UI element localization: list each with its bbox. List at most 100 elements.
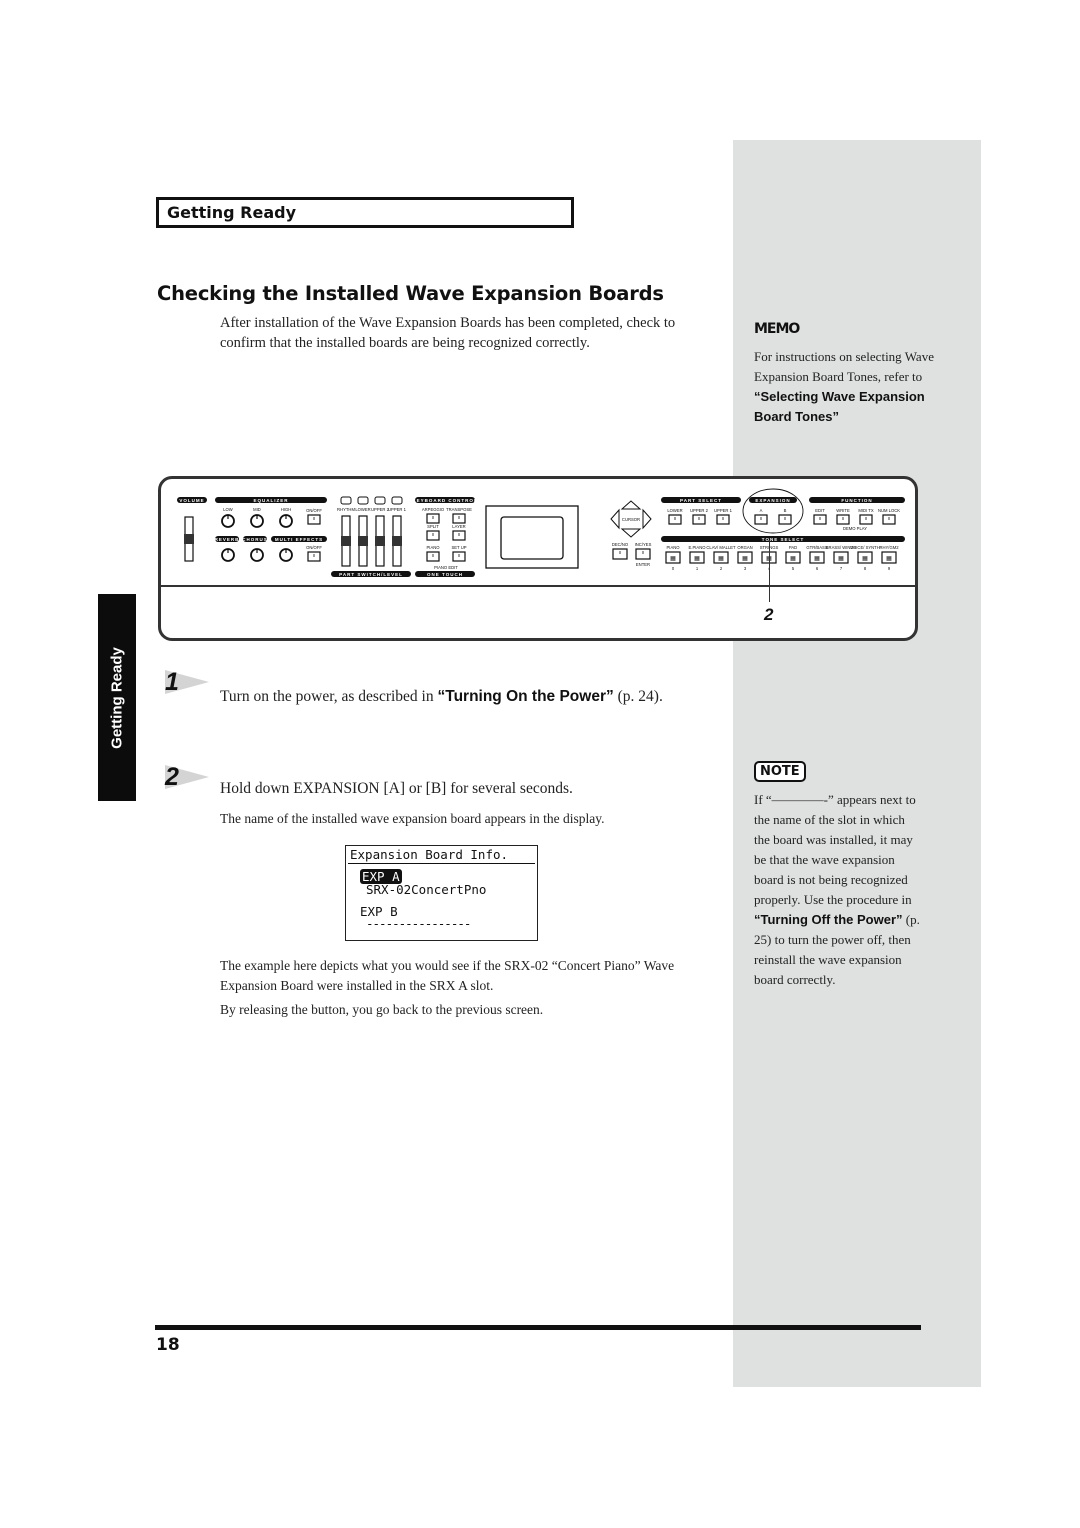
tone-grid-icon-9: ▦ [886, 556, 892, 562]
step-1-text: Turn on the power, as described in “Turn… [220, 685, 710, 709]
part-label-2: UPPER 2 [371, 507, 390, 512]
tone-grid-icon-2: ▦ [718, 556, 724, 562]
step-marker-1: 1 [157, 668, 209, 698]
panel-controls: VOLUME EQUALIZER LOW MID HIGH ON/OFF REVERB CHO… [177, 488, 905, 577]
part-indicator-3 [391, 496, 403, 505]
piano-edit-label: PIANO EDIT [434, 565, 458, 570]
part-label-1: LOWER [355, 507, 370, 512]
lcd-rule [348, 863, 535, 864]
part-indicator-1 [357, 496, 369, 505]
eq-onoff-label: ON/OFF [306, 508, 322, 513]
cursor-up-icon [620, 500, 642, 510]
tone-label-5: PAD [789, 545, 797, 550]
step-1-link[interactable]: “Turning On the Power” [438, 688, 614, 705]
enter-label: ENTER [636, 562, 650, 567]
tone-grid-icon-7: ▦ [838, 556, 844, 562]
memo-link[interactable]: “Selecting Wave Expansion Board Tones” [754, 389, 925, 424]
part-slider-0-handle [341, 536, 351, 546]
kc-label-4: PIANO [426, 545, 440, 550]
intro-paragraph: After installation of the Wave Expansion… [220, 315, 676, 351]
function-label-0: EDIT [815, 508, 825, 513]
tone-label-2: CLAV/ MALLET [706, 545, 736, 550]
footer-rule [155, 1325, 921, 1330]
memo-body: For instructions on selecting Wave Expan… [754, 349, 934, 384]
tone-label-8: VOICE/ SYNTH [850, 545, 880, 550]
effects-onoff-label: ON/OFF [306, 545, 322, 550]
tone-grid-icon-3: ▦ [742, 556, 748, 562]
page-title: Checking the Installed Wave Expansion Bo… [157, 282, 664, 305]
tone-grid-icon-6: ▦ [814, 556, 820, 562]
tone-number-6: 6 [816, 566, 819, 571]
memo-text: For instructions on selecting Wave Expan… [754, 347, 944, 427]
tone-number-3: 3 [744, 566, 747, 571]
expansion-label-0: A [760, 508, 763, 513]
tone-number-0: 0 [672, 566, 675, 571]
tone-label-3: ORGAN [737, 545, 752, 550]
note-link[interactable]: “Turning Off the Power” [754, 912, 903, 927]
step-marker-2: 2 [157, 763, 209, 793]
part-indicator-2 [374, 496, 386, 505]
tone-number-8: 8 [864, 566, 867, 571]
tone-grid-icon-1: ▦ [694, 556, 700, 562]
step-2-subtext: The name of the installed wave expansion… [220, 811, 605, 826]
part-indicator-0 [340, 496, 352, 505]
part-switch-label: PART SWITCH/LEVEL [339, 572, 403, 577]
dec-no-label: DEC/NO [612, 542, 629, 547]
tone-label-6: GTR/BASS [806, 545, 827, 550]
tone-grid-icon-8: ▦ [862, 556, 868, 562]
cursor-left-icon [610, 508, 620, 530]
tone-number-7: 7 [840, 566, 843, 571]
expansion-label-1: B [784, 508, 787, 513]
reverb-label: REVERB [215, 537, 240, 542]
note-icon: NOTE [754, 761, 806, 782]
function-label: FUNCTION [841, 498, 872, 503]
step-number: 2 [165, 763, 179, 791]
part-label-0: RHYTHM [337, 507, 355, 512]
kc-label-3: LAYER [452, 524, 465, 529]
page-number: 18 [156, 1335, 180, 1355]
cursor-label: CURSOR [622, 517, 640, 522]
keyboard-control-label: KEYBOARD CONTROL [412, 498, 477, 503]
part-slider-1-handle [358, 536, 368, 546]
part-label-3: UPPER 1 [388, 507, 407, 512]
release-paragraph: By releasing the button, you go back to … [220, 1002, 544, 1017]
tone-number-9: 9 [888, 566, 891, 571]
note-body: If “————-” appears next to the name of t… [754, 792, 916, 907]
part-slider-2-handle [375, 536, 385, 546]
lcd-title: Expansion Board Info. [350, 847, 509, 862]
kc-label-0: ARPEGGIO [422, 507, 445, 512]
volume-label: VOLUME [179, 498, 204, 503]
equalizer-label: EQUALIZER [253, 498, 288, 503]
tone-grid-icon-0: ▦ [670, 556, 676, 562]
section-header-label: Getting Ready [167, 203, 297, 222]
tone-label-0: PIANO [666, 545, 680, 550]
eq-mid-label: MID [253, 507, 261, 512]
eq-high-label: HIGH [281, 507, 291, 512]
callout-number: 2 [764, 605, 774, 624]
lcd-slot-a-value: SRX-02ConcertPno [366, 882, 487, 897]
panel-display-screen [500, 516, 564, 560]
example-paragraph: The example here depicts what you would … [220, 958, 675, 993]
tone-number-5: 5 [792, 566, 795, 571]
tone-number-1: 1 [696, 566, 699, 571]
expansion-label: EXPANSION [755, 498, 790, 503]
part-select-label: PART SELECT [680, 498, 722, 503]
volume-slider-handle [184, 534, 194, 544]
side-tab-label: Getting Ready [108, 646, 126, 749]
part-slider-3-handle [392, 536, 402, 546]
front-panel-illustration: VOLUME EQUALIZER LOW MID HIGH ON/OFF REVERB CHO… [158, 476, 918, 641]
kc-label-1: TRANSPOSE [446, 507, 472, 512]
tone-number-2: 2 [720, 566, 723, 571]
inc-yes-label: INC/YES [635, 542, 652, 547]
side-tab: Getting Ready [98, 594, 136, 801]
lcd-display: Expansion Board Info. EXP A SRX-02Concer… [345, 845, 538, 941]
kc-label-2: SPLIT [427, 524, 439, 529]
cursor-down-icon [620, 528, 642, 538]
callout-line [769, 540, 770, 602]
function-label-3: NUM LOCK [878, 508, 900, 513]
note-text: If “————-” appears next to the name of t… [754, 790, 924, 990]
multi-effects-label: MULTI EFFECTS [275, 537, 323, 542]
cursor-right-icon [642, 508, 652, 530]
one-touch-label: ONE TOUCH [427, 572, 463, 577]
memo-icon: MEMO [754, 321, 800, 337]
